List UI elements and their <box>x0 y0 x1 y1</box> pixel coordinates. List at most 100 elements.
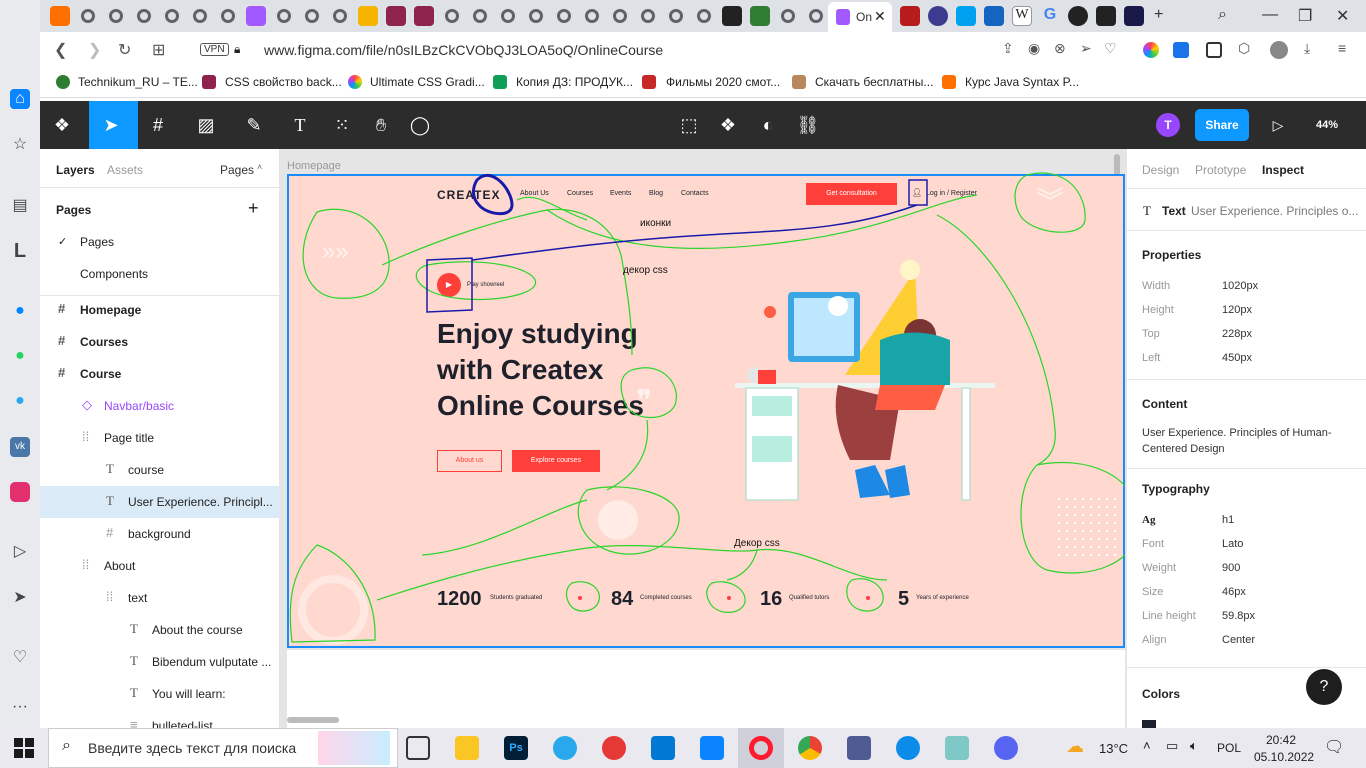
tab-favicon[interactable] <box>806 6 826 26</box>
vpn-badge[interactable]: VPN <box>200 43 229 56</box>
tab-favicon[interactable] <box>722 6 742 26</box>
tab-favicon[interactable] <box>470 6 490 26</box>
bookmark-link[interactable]: CSS свойство back... <box>225 75 342 89</box>
text-tool-icon[interactable]: T <box>288 113 312 137</box>
layer-row[interactable]: ⁞⁞ text <box>40 582 280 614</box>
clock-time[interactable]: 20:42 <box>1266 733 1296 747</box>
download-icon[interactable]: ⤓ <box>1304 40 1310 57</box>
weather-temp[interactable]: 13°C <box>1099 741 1128 756</box>
more-icon[interactable]: ··· <box>10 697 30 717</box>
discord-icon[interactable] <box>994 736 1018 760</box>
layer-row[interactable]: ⁞⁞ Page title <box>40 422 280 454</box>
whatsapp-icon[interactable]: ● <box>10 346 30 366</box>
layer-row[interactable]: # Homepage <box>40 294 280 326</box>
close-tab-icon[interactable]: ✕ <box>874 8 886 25</box>
translate-icon[interactable] <box>1173 42 1189 58</box>
tab-favicon[interactable] <box>900 6 920 26</box>
volume-icon[interactable]: 🔈︎ <box>1190 738 1198 754</box>
layer-row[interactable]: ≡ bulleted-list <box>40 710 280 728</box>
url-field[interactable]: www.figma.com/file/n0sILBzCkCVObQJ3LOA5o… <box>264 42 663 58</box>
bookmark-link[interactable]: Ultimate CSS Gradi... <box>370 75 485 89</box>
layer-row[interactable]: ◇ Navbar/basic <box>40 390 280 422</box>
tab-favicon[interactable] <box>694 6 714 26</box>
tab-favicon[interactable] <box>414 6 434 26</box>
home-icon[interactable]: ⌂ <box>10 89 30 109</box>
layer-row[interactable]: # background <box>40 518 280 550</box>
tab-favicon[interactable] <box>106 6 126 26</box>
tab-favicon[interactable] <box>498 6 518 26</box>
tab-favicon[interactable] <box>442 6 462 26</box>
layer-row[interactable]: T You will learn: <box>40 678 280 710</box>
edge-icon[interactable] <box>896 736 920 760</box>
file-explorer-icon[interactable] <box>455 736 479 760</box>
windows-start-icon[interactable] <box>14 738 34 758</box>
tab-favicon[interactable] <box>554 6 574 26</box>
tab-favicon[interactable] <box>582 6 602 26</box>
add-page-icon[interactable]: + <box>248 198 259 219</box>
prop-value[interactable]: 120px <box>1222 304 1252 316</box>
app-icon[interactable] <box>945 736 969 760</box>
cube-icon[interactable]: ⬡ <box>1238 40 1250 57</box>
clock-date[interactable]: 05.10.2022 <box>1254 750 1314 764</box>
layer-row[interactable]: Tcourse <box>40 454 280 486</box>
tab-inspect[interactable]: Inspect <box>1262 163 1304 177</box>
layer-row[interactable]: # Course <box>40 358 280 390</box>
zoom-level[interactable]: 44% <box>1316 119 1338 131</box>
chrome-icon[interactable] <box>798 736 822 760</box>
tab-favicon[interactable] <box>956 6 976 26</box>
horizontal-scrollbar[interactable] <box>287 717 339 723</box>
extension-icon[interactable] <box>1206 42 1222 58</box>
back-icon[interactable]: ❮ <box>54 40 67 60</box>
tab-favicon[interactable] <box>134 6 154 26</box>
heart-icon[interactable]: ♡ <box>10 648 30 668</box>
search-tabs-icon[interactable]: ⌕ <box>1218 6 1227 24</box>
bookmark-link[interactable]: Копия ДЗ: ПРОДУК... <box>516 75 633 89</box>
layer-row[interactable]: # Courses <box>40 326 280 358</box>
instagram-icon[interactable] <box>10 482 30 502</box>
maximize-icon[interactable]: ❐ <box>1298 6 1312 26</box>
network-icon[interactable]: ▭ <box>1166 738 1178 754</box>
tab-favicon[interactable] <box>386 6 406 26</box>
github-icon[interactable] <box>1068 6 1088 26</box>
help-button[interactable]: ? <box>1306 669 1342 705</box>
tab-prototype[interactable]: Prototype <box>1195 163 1246 177</box>
page-item[interactable]: Components <box>80 267 148 281</box>
chevron-up-icon[interactable]: ˄ <box>257 162 262 172</box>
typo-value[interactable]: 59.8px <box>1222 610 1255 622</box>
present-icon[interactable]: ▷ <box>1266 113 1290 137</box>
layer-row[interactable]: ⁞⁞ About <box>40 550 280 582</box>
profile-icon[interactable] <box>1270 41 1288 59</box>
app-icon[interactable] <box>602 736 626 760</box>
app-icon[interactable] <box>700 736 724 760</box>
typo-value[interactable]: 900 <box>1222 562 1240 574</box>
prop-value[interactable]: 450px <box>1222 352 1252 364</box>
tab-favicon[interactable] <box>526 6 546 26</box>
tab-favicon[interactable] <box>330 6 350 26</box>
link-icon[interactable]: ⛓︎ <box>796 113 820 137</box>
wikipedia-icon[interactable]: W <box>1012 6 1032 26</box>
pages-dropdown[interactable]: Pages <box>220 163 254 177</box>
camera-icon[interactable]: ◉ <box>1028 40 1040 57</box>
layer-row[interactable]: T About the course <box>40 614 280 646</box>
resources-icon[interactable]: ⁙ <box>330 113 354 137</box>
close-window-icon[interactable]: ✕ <box>1336 6 1349 26</box>
image-tool-icon[interactable]: ▨ <box>194 113 218 137</box>
tab-favicon[interactable] <box>666 6 686 26</box>
frame-tool-icon[interactable]: # <box>146 113 170 137</box>
grid-icon[interactable]: ⊞ <box>152 40 165 60</box>
extension-icon[interactable] <box>1143 42 1159 58</box>
tab-favicon[interactable] <box>50 6 70 26</box>
reload-icon[interactable]: ↻ <box>118 40 131 60</box>
tab-favicon[interactable] <box>302 6 322 26</box>
tab-design[interactable]: Design <box>1142 163 1179 177</box>
tab-favicon[interactable] <box>638 6 658 26</box>
typo-value[interactable]: h1 <box>1222 514 1234 526</box>
new-tab-icon[interactable]: + <box>1154 6 1163 24</box>
tab-favicon[interactable] <box>190 6 210 26</box>
tab-favicon[interactable] <box>984 6 1004 26</box>
typo-value[interactable]: Lato <box>1222 538 1243 550</box>
forward-icon[interactable]: ❯ <box>88 40 101 60</box>
prop-value[interactable]: 1020px <box>1222 280 1258 292</box>
figma-menu-icon[interactable]: ❖ <box>50 113 74 137</box>
share-page-icon[interactable]: ⇪ <box>1002 40 1014 57</box>
